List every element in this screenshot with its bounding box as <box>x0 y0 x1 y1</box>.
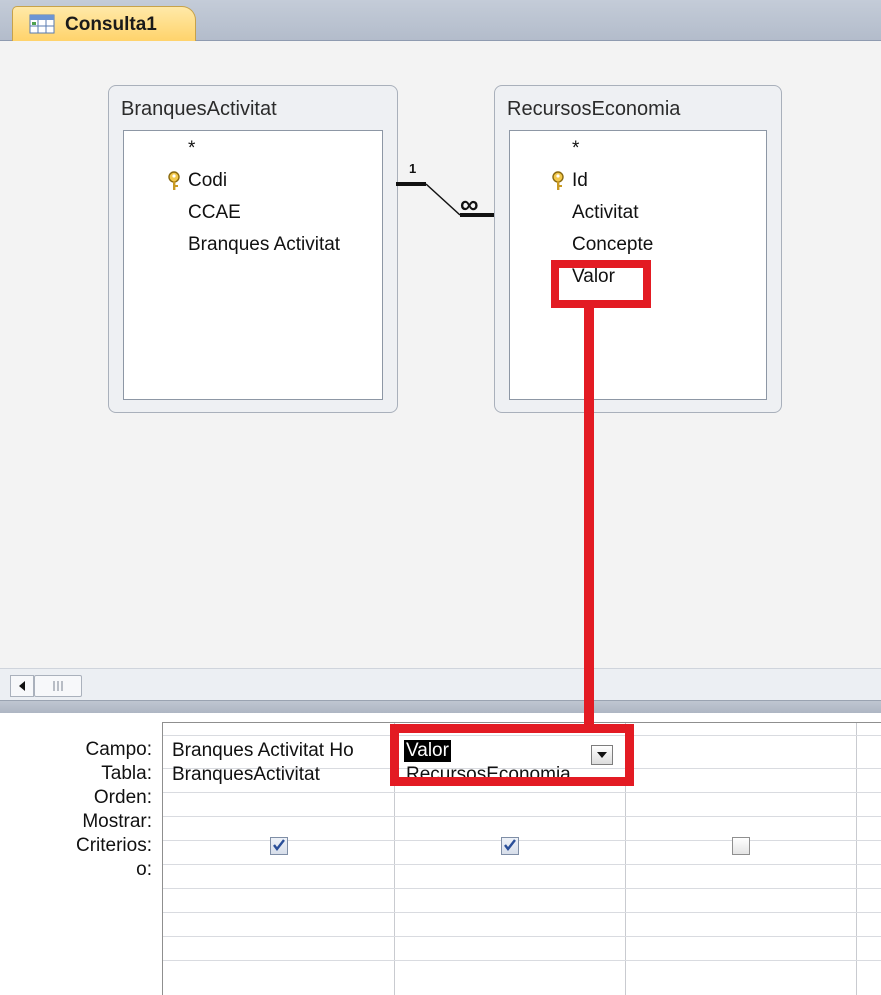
relationship-one-label: 1 <box>409 161 417 176</box>
arrow-left-icon <box>19 681 25 691</box>
row-label-orden: Orden: <box>93 787 152 808</box>
field-list: * Codi CCAE Branques Activitat <box>123 130 383 400</box>
mostrar-checkbox[interactable] <box>732 837 750 855</box>
highlight-connector <box>584 308 594 726</box>
row-label-criterios: Criterios: <box>75 835 152 856</box>
campo-cell-selected[interactable]: Valor <box>404 740 451 762</box>
field-item-concepte[interactable]: Concepte <box>510 231 766 263</box>
row-divider <box>163 912 881 913</box>
horizontal-scrollbar[interactable] <box>0 668 881 701</box>
relationship-many-label: ∞ <box>460 189 479 219</box>
tab-consulta1[interactable]: Consulta1 <box>12 6 196 41</box>
row-label-tabla: Tabla: <box>101 763 152 784</box>
column-divider <box>856 723 857 995</box>
table-box-branquesactivitat[interactable]: BranquesActivitat * Codi CCAE Branques A… <box>108 85 398 413</box>
field-item-codi[interactable]: Codi <box>124 167 382 199</box>
scroll-thumb[interactable] <box>34 675 82 697</box>
field-item-activitat[interactable]: Activitat <box>510 199 766 231</box>
chevron-down-icon <box>597 752 607 758</box>
row-divider <box>163 816 881 817</box>
row-label-campo: Campo: <box>85 739 152 760</box>
row-label-mostrar: Mostrar: <box>82 811 152 832</box>
query-icon <box>29 14 55 34</box>
row-divider <box>163 960 881 961</box>
query-design-grid: Branques Activitat Ho BranquesActivitat … <box>162 722 881 995</box>
field-item-id[interactable]: Id <box>510 167 766 199</box>
mostrar-checkbox[interactable] <box>270 837 288 855</box>
row-divider <box>163 888 881 889</box>
highlight-cell-top <box>390 724 634 733</box>
query-design-surface: BranquesActivitat * Codi CCAE Branques A… <box>0 41 881 668</box>
tab-title: Consulta1 <box>65 14 157 35</box>
grip-icon <box>53 681 63 691</box>
row-divider <box>163 792 881 793</box>
field-item-ccae[interactable]: CCAE <box>124 199 382 231</box>
pane-splitter[interactable] <box>0 700 881 714</box>
table-title: BranquesActivitat <box>121 98 277 120</box>
field-item-branques-activitat[interactable]: Branques Activitat <box>124 231 382 263</box>
campo-dropdown-button[interactable] <box>591 745 613 765</box>
document-tab-bar: Consulta1 <box>0 0 881 41</box>
row-labels: Campo: Tabla: Orden: Mostrar: Criterios:… <box>0 722 152 994</box>
highlight-box-top <box>551 260 651 268</box>
field-item-asterisk[interactable]: * <box>124 135 382 167</box>
tabla-cell[interactable]: BranquesActivitat <box>172 764 392 786</box>
row-divider <box>163 735 881 736</box>
table-title: RecursosEconomia <box>507 98 681 120</box>
mostrar-checkbox[interactable] <box>501 837 519 855</box>
checkmark-icon <box>504 839 516 851</box>
table-box-recursoseconomia[interactable]: RecursosEconomia * Id Activitat Concepte <box>494 85 782 413</box>
field-item-asterisk[interactable]: * <box>510 135 766 167</box>
campo-cell[interactable]: Branques Activitat Ho <box>172 740 392 762</box>
checkmark-icon <box>273 839 285 851</box>
primary-key-icon <box>168 171 180 190</box>
primary-key-icon <box>552 171 564 190</box>
highlight-cell-bottom <box>390 777 634 786</box>
highlight-box-bottom <box>551 300 651 308</box>
row-label-o: o: <box>136 859 152 880</box>
row-divider <box>163 864 881 865</box>
scroll-left-button[interactable] <box>10 675 34 697</box>
row-divider <box>163 936 881 937</box>
